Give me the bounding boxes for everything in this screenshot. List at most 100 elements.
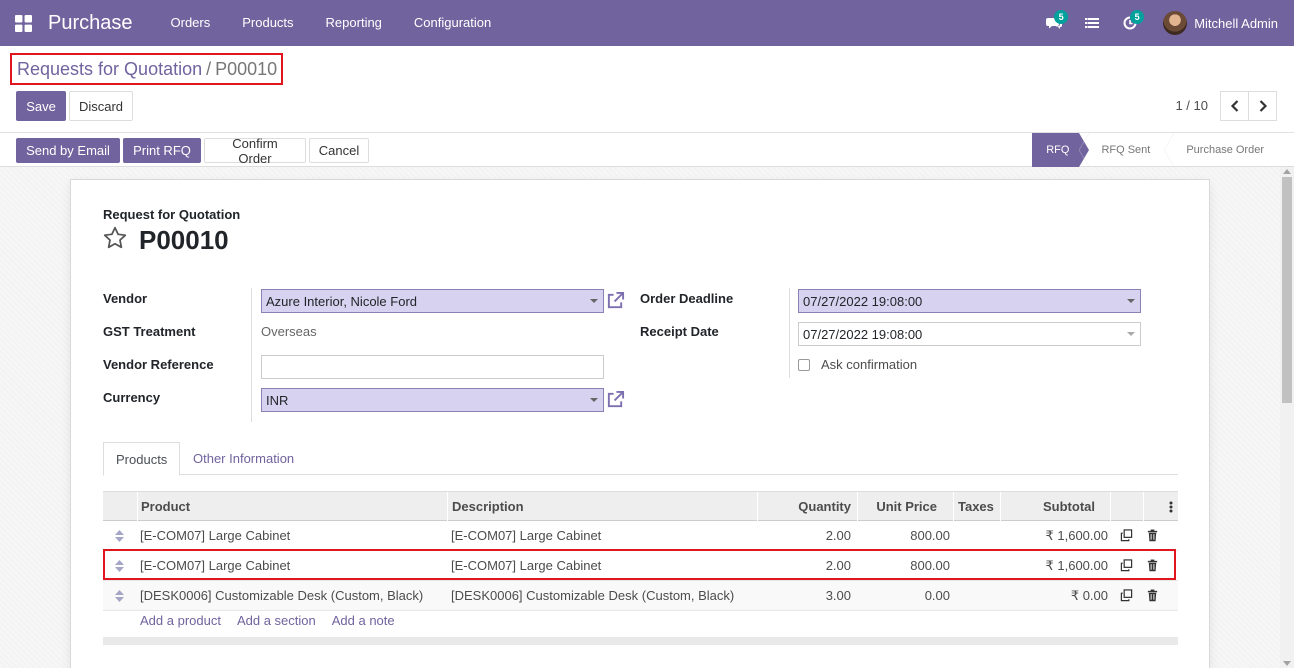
chevron-right-icon: [1259, 100, 1267, 112]
menu-orders[interactable]: Orders: [155, 0, 227, 46]
table-row[interactable]: [DESK0006] Customizable Desk (Custom, Bl…: [103, 581, 1178, 611]
gst-treatment-label: GST Treatment: [103, 324, 196, 339]
chevron-down-icon: [590, 299, 598, 303]
add-product-link[interactable]: Add a product: [140, 613, 221, 633]
document-name: P00010: [139, 225, 229, 255]
trash-icon[interactable]: [1146, 589, 1159, 602]
cell-unit-price[interactable]: 800.00: [857, 521, 950, 550]
cell-product[interactable]: [E-COM07] Large Cabinet: [140, 521, 290, 550]
table-row[interactable]: [E-COM07] Large Cabinet [E-COM07] Large …: [103, 521, 1178, 551]
add-note-link[interactable]: Add a note: [332, 613, 395, 633]
breadcrumb-current: P00010: [215, 58, 278, 79]
trash-icon[interactable]: [1146, 529, 1159, 542]
cell-unit-price[interactable]: 0.00: [857, 581, 950, 610]
scroll-thumb[interactable]: [1282, 177, 1292, 403]
kebab-menu-icon: [1169, 501, 1173, 512]
menu-configuration[interactable]: Configuration: [398, 0, 507, 46]
app-name[interactable]: Purchase: [48, 12, 133, 35]
order-deadline-label: Order Deadline: [640, 291, 734, 306]
messages-button[interactable]: 5: [1038, 0, 1070, 46]
add-section-link[interactable]: Add a section: [237, 613, 316, 633]
column-product[interactable]: Product: [137, 492, 447, 521]
switch-company-button[interactable]: [1076, 0, 1108, 46]
notebook-tabs: Products Other Information: [103, 442, 1178, 476]
column-unit-price[interactable]: Unit Price: [857, 492, 953, 521]
cell-subtotal: ₹ 0.00: [1070, 587, 1108, 603]
document-type-label: Request for Quotation: [103, 207, 241, 222]
vendor-reference-label: Vendor Reference: [103, 357, 214, 372]
external-link-icon[interactable]: [606, 390, 625, 409]
user-menu[interactable]: Mitchell Admin: [1163, 11, 1278, 35]
cell-description[interactable]: [DESK0006] Customizable Desk (Custom, Bl…: [451, 581, 734, 610]
field-divider: [789, 288, 790, 378]
menu-products[interactable]: Products: [226, 0, 309, 46]
currency-label: Currency: [103, 390, 161, 405]
stage-bar: RFQ RFQ Sent Purchase Order: [1032, 133, 1278, 167]
copy-icon[interactable]: [1120, 559, 1133, 572]
cell-product[interactable]: [DESK0006] Customizable Desk (Custom, Bl…: [140, 581, 423, 610]
cell-description[interactable]: [E-COM07] Large Cabinet: [451, 521, 601, 550]
menu-reporting[interactable]: Reporting: [310, 0, 398, 46]
cell-subtotal: ₹ 1,600.00: [1045, 557, 1109, 573]
gst-treatment-value[interactable]: Overseas: [261, 324, 317, 339]
pager-next-button[interactable]: [1248, 91, 1277, 121]
order-deadline-value: 07/27/2022 19:08:00: [803, 293, 923, 309]
drag-handle-icon[interactable]: [115, 590, 124, 602]
stage-rfq-sent[interactable]: RFQ Sent: [1079, 133, 1164, 167]
star-icon[interactable]: [102, 225, 128, 251]
pager-previous-button[interactable]: [1220, 91, 1249, 121]
copy-icon[interactable]: [1120, 529, 1133, 542]
avatar: [1163, 11, 1188, 35]
cell-subtotal: ₹ 1,600.00: [1045, 527, 1109, 543]
chevron-down-icon: [1127, 332, 1135, 336]
apps-menu-icon[interactable]: [0, 0, 46, 46]
scroll-down-icon[interactable]: [1283, 661, 1291, 666]
cell-unit-price[interactable]: 800.00: [857, 551, 950, 580]
order-deadline-field[interactable]: 07/27/2022 19:08:00: [798, 289, 1141, 313]
print-rfq-button[interactable]: Print RFQ: [123, 138, 201, 163]
activities-button[interactable]: 5: [1114, 0, 1146, 46]
drag-handle-icon[interactable]: [115, 530, 124, 542]
discard-button[interactable]: Discard: [69, 91, 133, 121]
cancel-button[interactable]: Cancel: [309, 138, 369, 163]
table-row[interactable]: [E-COM07] Large Cabinet [E-COM07] Large …: [103, 551, 1178, 581]
vendor-reference-input[interactable]: [261, 355, 604, 379]
field-divider: [251, 288, 252, 422]
column-subtotal[interactable]: Subtotal: [1000, 492, 1110, 521]
column-quantity[interactable]: Quantity: [757, 492, 857, 521]
cell-quantity[interactable]: 2.00: [757, 551, 851, 580]
user-name: Mitchell Admin: [1194, 15, 1278, 31]
stage-purchase-order[interactable]: Purchase Order: [1164, 133, 1278, 167]
table-header: Product Description Quantity Unit Price …: [103, 491, 1178, 521]
scroll-up-icon[interactable]: [1283, 169, 1291, 174]
pager-value[interactable]: 1 / 10: [1175, 98, 1208, 113]
optional-columns-button[interactable]: [1143, 492, 1178, 521]
copy-icon[interactable]: [1120, 589, 1133, 602]
table-footer: [103, 637, 1178, 645]
form-sheet: Request for Quotation P00010 Vendor GST …: [70, 179, 1210, 668]
cell-quantity[interactable]: 3.00: [757, 581, 851, 610]
tab-products[interactable]: Products: [103, 442, 181, 476]
status-bar: Send by Email Print RFQ Confirm Order Ca…: [0, 132, 1294, 167]
receipt-date-field[interactable]: 07/27/2022 19:08:00: [798, 322, 1141, 346]
cell-product[interactable]: [E-COM07] Large Cabinet: [140, 551, 290, 580]
save-button[interactable]: Save: [16, 91, 66, 121]
ask-confirmation-checkbox[interactable]: [798, 359, 810, 371]
tab-other-information[interactable]: Other Information: [181, 442, 306, 475]
currency-select[interactable]: INR: [261, 388, 604, 412]
receipt-date-value: 07/27/2022 19:08:00: [803, 326, 923, 342]
chevron-left-icon: [1230, 100, 1238, 112]
breadcrumb-parent[interactable]: Requests for Quotation: [17, 59, 202, 80]
cell-quantity[interactable]: 2.00: [757, 521, 851, 550]
trash-icon[interactable]: [1146, 559, 1159, 572]
confirm-order-button[interactable]: Confirm Order: [204, 136, 306, 166]
scrollbar[interactable]: [1280, 167, 1294, 668]
column-taxes[interactable]: Taxes: [953, 492, 1000, 521]
external-link-icon[interactable]: [606, 291, 625, 310]
ask-confirmation-label: Ask confirmation: [821, 357, 918, 372]
send-by-email-button[interactable]: Send by Email: [16, 138, 120, 163]
column-description[interactable]: Description: [447, 492, 757, 521]
vendor-select[interactable]: Azure Interior, Nicole Ford: [261, 289, 604, 313]
cell-description[interactable]: [E-COM07] Large Cabinet: [451, 551, 601, 580]
drag-handle-icon[interactable]: [115, 560, 124, 572]
